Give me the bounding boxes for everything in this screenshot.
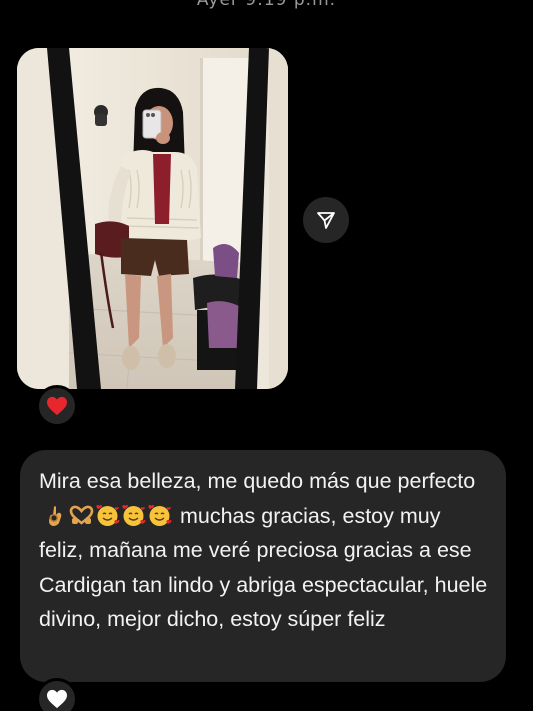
photo-reaction-badge[interactable] — [36, 385, 78, 427]
share-button[interactable] — [303, 197, 349, 243]
smiling-face-with-hearts-emoji-icon — [95, 503, 120, 528]
message-text-part1: Mira esa belleza, me quedo más que perfe… — [39, 469, 476, 493]
white-heart-icon — [47, 689, 67, 709]
smiling-face-with-hearts-emoji-icon — [147, 503, 172, 528]
text-message-bubble[interactable]: Mira esa belleza, me quedo más que perfe… — [20, 450, 506, 682]
text-reaction-badge[interactable] — [36, 678, 78, 711]
ok-hand-emoji-icon — [43, 503, 68, 528]
photo-message[interactable] — [17, 48, 288, 389]
emoji-sequence: 👌🫶🥰🥰🥰 — [43, 503, 172, 528]
heart-hands-emoji-icon — [69, 503, 94, 528]
mirror-selfie-photo — [17, 48, 288, 389]
red-heart-icon — [47, 396, 67, 416]
chat-screen: Ayer 9:19 p.m. Mira esa belleza, me qued… — [0, 0, 533, 711]
smiling-face-with-hearts-emoji-icon — [121, 503, 146, 528]
message-timestamp: Ayer 9:19 p.m. — [196, 0, 337, 10]
send-arrow-icon — [317, 212, 335, 229]
